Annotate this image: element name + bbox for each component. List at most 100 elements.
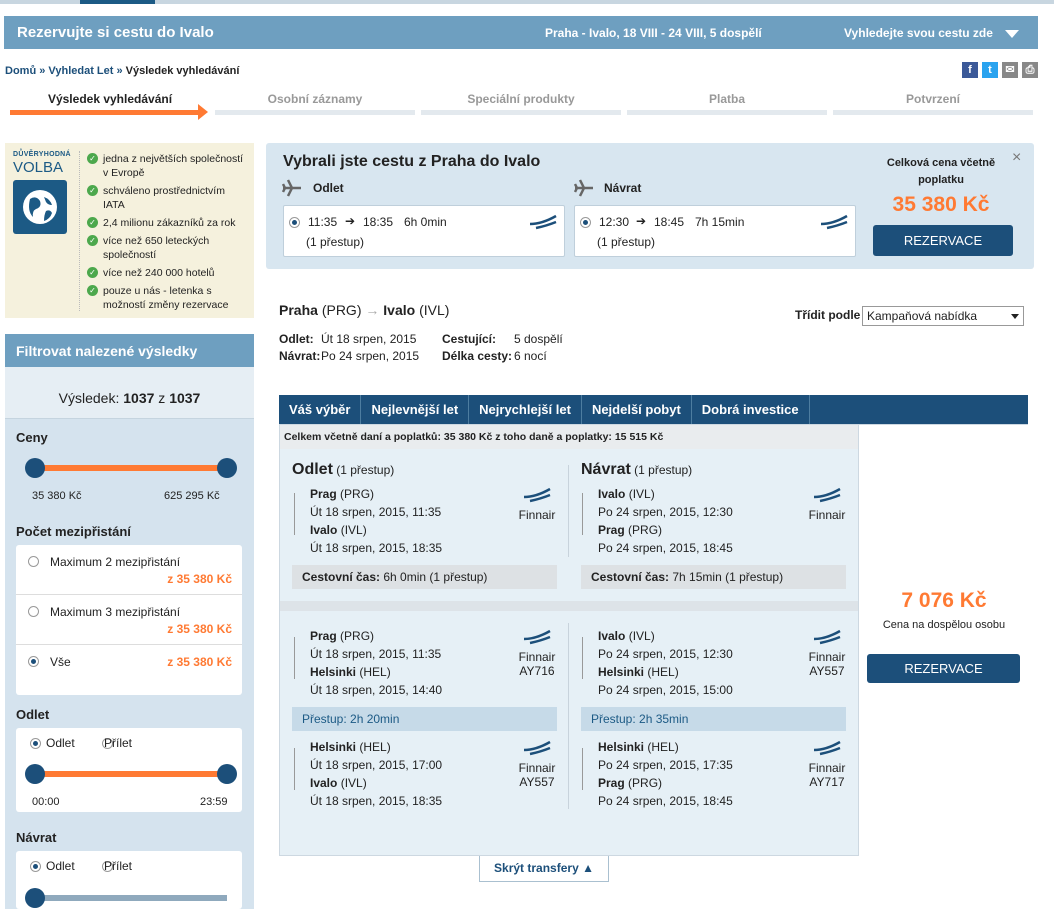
step-results: Výsledek vyhledávání bbox=[10, 92, 210, 120]
step-bar bbox=[627, 110, 827, 115]
meta-label: Odlet: bbox=[279, 332, 314, 346]
breadcrumb-current: Výsledek vyhledávání bbox=[125, 65, 240, 77]
return-title: Návrat bbox=[16, 830, 57, 845]
leg-from-time: Út 18 srpen, 2015, 17:00 bbox=[310, 758, 443, 772]
return-slider[interactable] bbox=[25, 888, 227, 908]
leg-to: Helsinki (HEL) bbox=[310, 665, 391, 679]
tab-your-choice[interactable]: Váš výběr bbox=[279, 395, 362, 424]
check-icon: ✓ bbox=[87, 185, 98, 196]
breadcrumb-search[interactable]: Vyhledat Let bbox=[48, 65, 113, 77]
duration: 6h 0min bbox=[404, 215, 447, 229]
meta-label: Cestující: bbox=[442, 332, 497, 346]
chevron-down-icon[interactable] bbox=[1005, 30, 1019, 38]
tab-cheapest[interactable]: Nejlevnější let bbox=[361, 395, 470, 424]
finnair-logo-icon bbox=[523, 740, 551, 756]
check-icon: ✓ bbox=[87, 217, 98, 228]
search-link[interactable]: Vyhledejte svou cestu zde bbox=[844, 26, 993, 40]
stops-radio[interactable] bbox=[28, 656, 39, 668]
check-icon: ✓ bbox=[87, 267, 98, 278]
radio[interactable] bbox=[289, 217, 300, 229]
return-radio-odlet[interactable] bbox=[30, 861, 41, 873]
top-line-accent bbox=[80, 0, 155, 4]
radio[interactable] bbox=[580, 217, 591, 229]
route-line bbox=[294, 493, 295, 535]
email-icon[interactable]: ✉ bbox=[1002, 62, 1018, 78]
sort-select[interactable]: Kampaňová nabídka bbox=[862, 306, 1024, 326]
plane-out-icon bbox=[282, 179, 301, 197]
meta-label: Délka cesty: bbox=[442, 349, 513, 363]
ret-title: Návrat bbox=[581, 461, 631, 478]
finnair-logo-icon bbox=[820, 214, 848, 230]
slider-max-handle[interactable] bbox=[217, 764, 237, 784]
slider-min-handle[interactable] bbox=[25, 888, 45, 908]
selected-return-flight[interactable]: 12:30 ➔ 18:45 7h 15min (1 přestup) bbox=[574, 205, 856, 257]
finnair-logo-icon bbox=[813, 487, 841, 503]
airport-code: (IVL) bbox=[628, 487, 655, 501]
travel-value: 6h 0min (1 přestup) bbox=[383, 570, 488, 584]
stops-price: z 35 380 Kč bbox=[167, 622, 232, 636]
share-icons: f t ✉ ⎙ bbox=[962, 62, 1042, 78]
price-slider[interactable] bbox=[25, 458, 237, 478]
facebook-icon[interactable]: f bbox=[962, 62, 978, 78]
list-item: ✓ 2,4 milionu zákazníků za rok bbox=[87, 216, 247, 230]
twitter-icon[interactable]: t bbox=[982, 62, 998, 78]
result-tabs: Váš výběr Nejlevnější let Nejrychlejší l… bbox=[279, 395, 1028, 424]
slider-min-handle[interactable] bbox=[25, 458, 45, 478]
departure-title: Odlet bbox=[16, 707, 50, 722]
airport-code: (PRG) bbox=[628, 523, 663, 537]
out-heading: Odlet (1 přestup) bbox=[292, 461, 394, 479]
airline-name: Finnair bbox=[518, 650, 556, 664]
tab-fastest[interactable]: Nejrychlejší let bbox=[469, 395, 582, 424]
chevron-down-icon[interactable] bbox=[1011, 314, 1019, 319]
book-button-top[interactable]: REZERVACE bbox=[873, 225, 1013, 256]
airline-name: Finnair bbox=[808, 650, 846, 664]
departure-slider[interactable] bbox=[25, 764, 237, 784]
radio-label: Odlet bbox=[46, 736, 75, 750]
sort-value: Kampaňová nabídka bbox=[867, 309, 978, 323]
leg-from-time: Út 18 srpen, 2015, 11:35 bbox=[310, 647, 442, 661]
step-label: Osobní záznamy bbox=[267, 92, 363, 106]
count-shown: 1037 bbox=[123, 390, 155, 406]
stops-radio[interactable] bbox=[28, 606, 39, 618]
slider-min-handle[interactable] bbox=[25, 764, 45, 784]
route-line bbox=[294, 748, 295, 790]
check-icon: ✓ bbox=[87, 153, 98, 164]
progress-steps: Výsledek vyhledávání Osobní záznamy Spec… bbox=[10, 92, 1034, 120]
stops-option-3[interactable]: Maximum 3 mezipřistání z 35 380 Kč bbox=[16, 595, 242, 645]
trust-logo: DŮVĚRYHODNÁ VOLBA bbox=[13, 151, 71, 234]
tab-good-investment[interactable]: Dobrá investice bbox=[692, 395, 810, 424]
breadcrumb-home[interactable]: Domů bbox=[5, 65, 36, 77]
sort-label: Třídit podle bbox=[795, 308, 861, 322]
leg-to-time: Út 18 srpen, 2015, 18:35 bbox=[310, 794, 443, 808]
stops-option-2[interactable]: Maximum 2 mezipřistání z 35 380 Kč bbox=[16, 545, 242, 595]
breadcrumb: Domů » Vyhledat Let » Výsledek vyhledává… bbox=[5, 65, 239, 77]
ret-transfer: Přestup: 2h 35min bbox=[581, 707, 846, 731]
stops-option-all[interactable]: Vše z 35 380 Kč bbox=[16, 645, 242, 695]
price-column: 7 076 Kč Cena na dospělou osobu REZERVAC… bbox=[858, 425, 1028, 856]
slider-max-handle[interactable] bbox=[217, 458, 237, 478]
logo-main-text: VOLBA bbox=[13, 159, 64, 176]
route-line bbox=[582, 637, 583, 679]
result-card: Celkem včetně daní a poplatků: 35 380 Kč… bbox=[279, 424, 1028, 856]
book-button[interactable]: REZERVACE bbox=[867, 654, 1020, 683]
stops-radio[interactable] bbox=[28, 556, 39, 568]
tab-longest-stay[interactable]: Nejdelší pobyt bbox=[582, 395, 692, 424]
airport: Ivalo bbox=[310, 523, 338, 537]
ret-to: Prag (PRG) bbox=[598, 523, 662, 537]
leg-from: Helsinki (HEL) bbox=[598, 740, 679, 754]
departure-radio-odlet[interactable] bbox=[30, 738, 41, 750]
adult-price: 7 076 Kč bbox=[901, 589, 987, 612]
top-line bbox=[0, 0, 1054, 4]
airport-code: (PRG) bbox=[628, 776, 663, 790]
selected-out-flight[interactable]: 11:35 ➔ 18:35 6h 0min (1 přestup) bbox=[283, 205, 565, 257]
print-icon[interactable]: ⎙ bbox=[1022, 62, 1038, 78]
step-bar bbox=[421, 110, 621, 115]
column-divider bbox=[568, 623, 569, 809]
leg-airline: Finnair AY557 bbox=[516, 740, 558, 789]
trust-text: 2,4 milionu zákazníků za rok bbox=[103, 217, 236, 229]
finnair-logo-icon bbox=[523, 629, 551, 645]
ret-from: Ivalo (IVL) bbox=[598, 487, 655, 501]
hide-transfers-button[interactable]: Skrýt transfery ▲ bbox=[479, 856, 609, 882]
arr-time: 18:45 bbox=[654, 215, 685, 229]
airport-code: (HEL) bbox=[647, 665, 679, 679]
